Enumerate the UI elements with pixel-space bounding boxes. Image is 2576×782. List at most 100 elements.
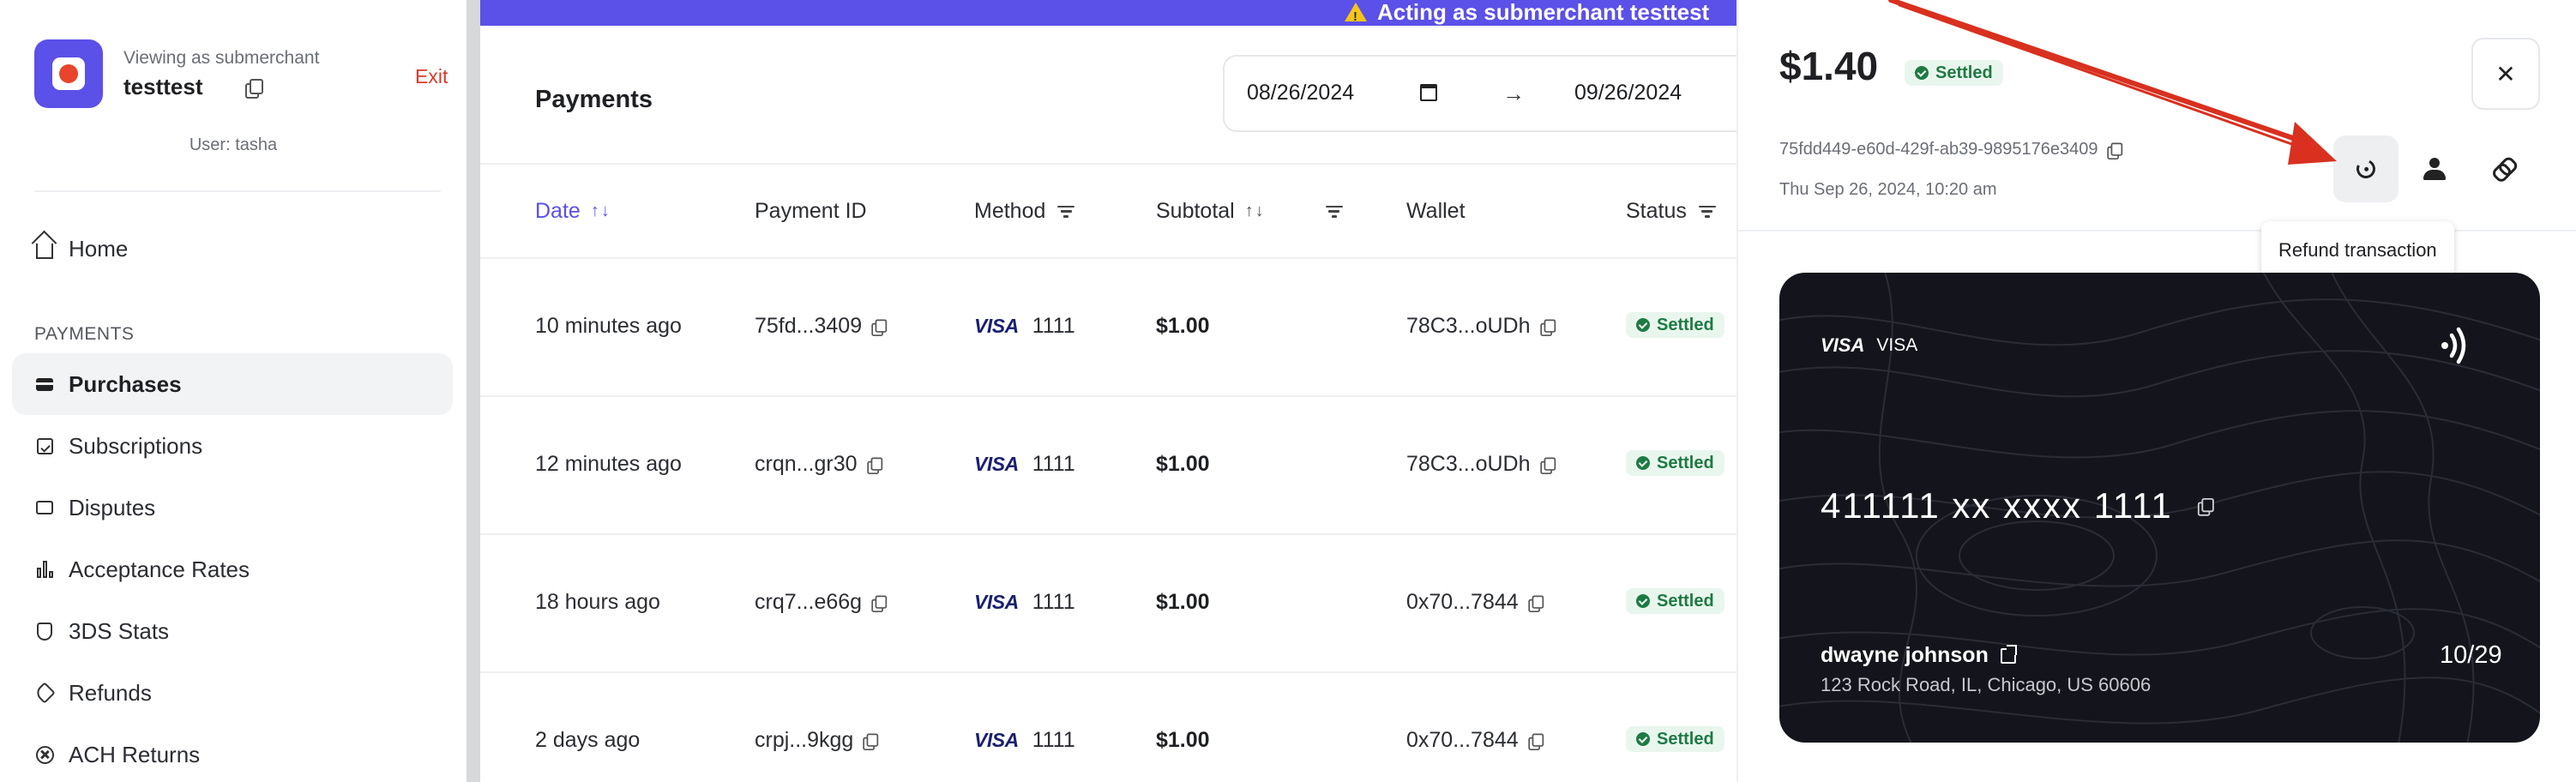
- status-text: Settled: [1657, 729, 1714, 749]
- copy-icon[interactable]: [1539, 319, 1556, 336]
- filter-icon[interactable]: [1057, 205, 1075, 218]
- merchant-logo: [34, 39, 103, 108]
- table-row[interactable]: 12 minutes ago crqn...gr30 VISA 1111 $1.0…: [480, 397, 1736, 535]
- calendar-icon[interactable]: [1420, 84, 1437, 101]
- wallet-address: 78C3...oUDh: [1406, 452, 1531, 476]
- column-label: Wallet: [1406, 199, 1466, 223]
- status-cell: Settled: [1626, 726, 1724, 752]
- column-header-method[interactable]: Method: [974, 199, 1075, 224]
- visa-logo: VISA: [1821, 334, 1865, 356]
- date-range-picker[interactable]: 08/26/2024 → 09/26/2024: [1223, 55, 1736, 132]
- nav-acceptance-rates[interactable]: Acceptance Rates: [12, 538, 453, 600]
- payment-id-cell: crqn...gr30: [755, 452, 882, 477]
- wallet-address: 0x70...7844: [1406, 728, 1519, 752]
- status-text: Settled: [1657, 453, 1714, 472]
- status-badge: Settled: [1905, 60, 2003, 86]
- sidebar-scrollbar[interactable]: [466, 0, 480, 782]
- sort-icon[interactable]: ↑↓: [1245, 202, 1266, 221]
- wallet-cell: 0x70...7844: [1406, 728, 1544, 753]
- table-header: Date ↑↓ Payment ID Method Subtotal ↑↓ Wa…: [480, 163, 1736, 259]
- merchant-name: testtest: [123, 74, 203, 99]
- sort-icon[interactable]: ↑↓: [591, 202, 611, 221]
- payment-id: 75fd...3409: [755, 314, 863, 338]
- chat-icon: [34, 497, 55, 518]
- nav-ach-returns[interactable]: ACH Returns: [12, 724, 453, 782]
- check-circle-icon: [1636, 456, 1650, 470]
- nav-3ds-stats[interactable]: 3DS Stats: [12, 600, 453, 662]
- method-cell: VISA 1111: [974, 590, 1075, 615]
- main-content: Acting as submerchant testtest Payments …: [480, 0, 1736, 782]
- payment-id-cell: crq7...e66g: [755, 590, 888, 615]
- nav-disputes[interactable]: Disputes: [12, 477, 453, 538]
- date-cell: 18 hours ago: [535, 590, 660, 614]
- exit-button[interactable]: Exit: [415, 65, 448, 88]
- method-cell: VISA 1111: [974, 452, 1075, 477]
- filter-icon[interactable]: [1698, 205, 1716, 218]
- copy-icon[interactable]: [866, 457, 882, 474]
- warning-icon: [1345, 3, 1367, 29]
- card-number-row: 411111 xx xxxx 1111: [1821, 485, 2214, 526]
- cardholder-row[interactable]: dwayne johnson: [1821, 643, 2017, 668]
- close-button[interactable]: ✕: [2471, 38, 2540, 110]
- nav-subscriptions[interactable]: Subscriptions: [12, 415, 453, 477]
- refund-tooltip: Refund transaction: [2261, 221, 2454, 280]
- external-link-icon[interactable]: [2000, 644, 2017, 664]
- nav-refunds[interactable]: Refunds: [12, 662, 453, 724]
- app-root: Viewing as submerchant testtest Exit Use…: [0, 0, 2576, 782]
- copy-icon[interactable]: [1528, 595, 1544, 612]
- cardholder-name[interactable]: dwayne johnson: [1821, 643, 1989, 668]
- date-cell: 12 minutes ago: [535, 452, 682, 476]
- close-icon: ✕: [2495, 60, 2516, 87]
- table-row[interactable]: 10 minutes ago 75fd...3409 VISA 1111 $1.0…: [480, 259, 1736, 397]
- table-row[interactable]: 18 hours ago crq7...e66g VISA 1111 $1.00 …: [480, 535, 1736, 673]
- column-header-date[interactable]: Date ↑↓: [535, 199, 611, 224]
- visa-logo: VISA: [974, 729, 1019, 751]
- nav-home[interactable]: Home: [12, 218, 453, 280]
- card-brand: VISA VISA: [1821, 334, 1917, 357]
- column-header-payment-id: Payment ID: [755, 199, 867, 224]
- copy-icon[interactable]: [871, 319, 888, 336]
- customer-button[interactable]: [2402, 135, 2467, 202]
- merchant-card: Viewing as submerchant testtest Exit: [34, 39, 448, 110]
- transaction-detail-panel: $1.40 Settled ✕ 75fdd449-e60d-429f-ab39-…: [1736, 0, 2576, 782]
- wallet-cell: 78C3...oUDh: [1406, 314, 1556, 339]
- transaction-id-row: 75fdd449-e60d-429f-ab39-9895176e3409: [1779, 140, 2123, 159]
- card-brand-text: VISA: [1876, 335, 1918, 355]
- status-cell: Settled: [1626, 450, 1724, 476]
- column-header-subtotal[interactable]: Subtotal ↑↓: [1156, 199, 1343, 224]
- copy-icon[interactable]: [245, 79, 263, 99]
- check-circle-icon: [1636, 732, 1650, 746]
- calendar-check-icon: [34, 436, 55, 456]
- date-to-input[interactable]: 09/26/2024: [1574, 81, 1682, 105]
- person-icon: [2423, 158, 2446, 180]
- card-last4: 1111: [1032, 590, 1075, 614]
- banner-text: Acting as submerchant testtest: [1377, 0, 1710, 25]
- subtotal-cell: $1.00: [1156, 452, 1210, 476]
- refund-icon: [2353, 156, 2379, 182]
- copy-link-button[interactable]: [2471, 135, 2536, 202]
- table-row[interactable]: 2 days ago crpj...9kgg VISA 1111 $1.00 0x…: [480, 673, 1736, 782]
- filter-icon[interactable]: [1325, 205, 1343, 218]
- card-last4: 1111: [1032, 452, 1075, 476]
- copy-icon[interactable]: [863, 733, 879, 750]
- column-header-status[interactable]: Status: [1626, 199, 1716, 224]
- column-label: Subtotal: [1156, 199, 1235, 223]
- link-icon: [2489, 154, 2518, 183]
- copy-icon[interactable]: [1528, 733, 1544, 750]
- visa-logo: VISA: [974, 453, 1019, 475]
- copy-icon[interactable]: [871, 595, 888, 612]
- status-cell: Settled: [1626, 312, 1724, 338]
- date-from-input[interactable]: 08/26/2024: [1247, 81, 1354, 105]
- copy-icon[interactable]: [2107, 142, 2123, 159]
- payment-id: crqn...gr30: [755, 452, 858, 476]
- payment-id: crpj...9kgg: [755, 728, 854, 752]
- nav-label: Refunds: [69, 679, 152, 706]
- copy-icon[interactable]: [2197, 498, 2214, 516]
- copy-icon[interactable]: [1539, 457, 1556, 474]
- nav-purchases[interactable]: Purchases: [12, 353, 453, 415]
- check-circle-icon: [1636, 318, 1650, 332]
- transaction-date: Thu Sep 26, 2024, 10:20 am: [1779, 180, 1997, 199]
- refund-button[interactable]: [2333, 135, 2398, 202]
- status-badge: Settled: [1626, 726, 1724, 752]
- nav-label: Subscriptions: [69, 432, 203, 459]
